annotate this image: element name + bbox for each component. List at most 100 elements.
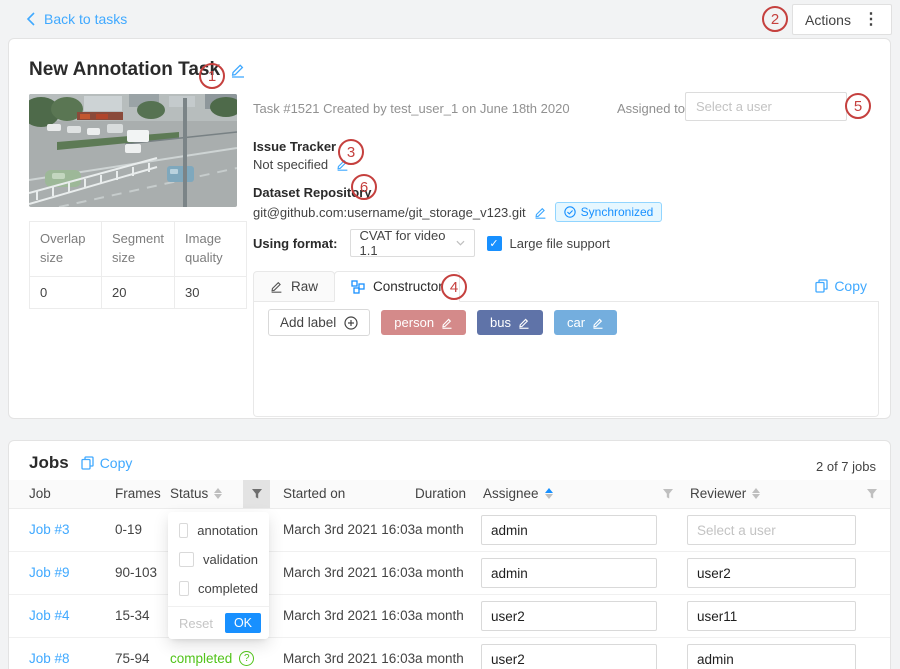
filter-funnel-icon bbox=[662, 488, 674, 500]
annotation-circle-4: 4 bbox=[441, 274, 467, 300]
dataset-repository-url: git@github.com:username/git_storage_v123… bbox=[253, 205, 526, 220]
assignee-filter-button[interactable] bbox=[654, 480, 681, 508]
col-job[interactable]: Job bbox=[29, 486, 51, 501]
edit-repository-icon[interactable] bbox=[534, 206, 547, 219]
tab-raw[interactable]: Raw bbox=[253, 271, 335, 302]
add-label-text: Add label bbox=[280, 315, 336, 330]
job-link[interactable]: Job #4 bbox=[29, 608, 70, 623]
job-row: Job #4 15-34 March 3rd 2021 16:03 a mont… bbox=[9, 595, 890, 638]
job-link[interactable]: Job #8 bbox=[29, 651, 70, 666]
task-title-text: New Annotation Task bbox=[29, 59, 220, 81]
copy-icon bbox=[81, 456, 94, 470]
filter-option-label: completed bbox=[198, 581, 258, 596]
filter-ok-button[interactable]: OK bbox=[225, 613, 261, 633]
param-header-quality: Image quality bbox=[175, 222, 247, 277]
edit-label-icon bbox=[441, 317, 453, 329]
chevron-left-icon bbox=[26, 12, 35, 26]
reviewer-input[interactable] bbox=[687, 558, 856, 588]
annotation-circle-1: 1 bbox=[199, 63, 225, 89]
job-row: Job #9 90-103 March 3rd 2021 16:03 a mon… bbox=[9, 552, 890, 595]
question-circle-icon[interactable]: ? bbox=[239, 651, 254, 666]
label-editor-tabbar: Raw Constructor Copy bbox=[253, 271, 879, 302]
assigned-to-label: Assigned to bbox=[617, 101, 685, 116]
assignee-input[interactable] bbox=[481, 644, 657, 669]
col-duration[interactable]: Duration bbox=[415, 486, 466, 501]
reviewer-sorter[interactable] bbox=[752, 488, 760, 499]
job-link[interactable]: Job #3 bbox=[29, 522, 70, 537]
reviewer-input[interactable] bbox=[687, 515, 856, 545]
large-file-support-checkbox[interactable]: ✓ Large file support bbox=[487, 236, 610, 251]
assigned-to-input[interactable] bbox=[685, 92, 847, 121]
sync-status-badge: Synchronized bbox=[555, 202, 663, 222]
jobs-copy-label: Copy bbox=[100, 455, 133, 471]
labels-row: Add label person bus bbox=[268, 309, 617, 336]
param-value-overlap: 0 bbox=[30, 276, 102, 308]
back-to-tasks-link[interactable]: Back to tasks bbox=[26, 11, 127, 27]
status-filter-button[interactable] bbox=[243, 480, 270, 508]
dataset-repository-row: git@github.com:username/git_storage_v123… bbox=[253, 202, 662, 222]
jobs-header: Jobs Copy bbox=[29, 453, 132, 473]
started-cell: March 3rd 2021 16:03 bbox=[283, 651, 415, 666]
label-chip-bus[interactable]: bus bbox=[477, 310, 543, 335]
job-link[interactable]: Job #9 bbox=[29, 565, 70, 580]
filter-option-label: validation bbox=[203, 552, 258, 567]
reviewer-input[interactable] bbox=[687, 644, 856, 669]
filter-option-annotation[interactable]: annotation bbox=[168, 516, 269, 545]
col-frames[interactable]: Frames bbox=[115, 486, 161, 501]
build-icon bbox=[351, 280, 365, 294]
large-file-support-label: Large file support bbox=[510, 236, 610, 251]
col-status[interactable]: Status bbox=[170, 486, 222, 501]
jobs-copy-button[interactable]: Copy bbox=[81, 455, 133, 471]
labels-copy-button[interactable]: Copy bbox=[815, 278, 867, 294]
sync-badge-label: Synchronized bbox=[581, 205, 654, 219]
assignee-sorter[interactable] bbox=[545, 488, 553, 499]
format-select[interactable]: CVAT for video 1.1 bbox=[350, 229, 475, 257]
issue-tracker-value: Not specified bbox=[253, 157, 328, 172]
reviewer-input[interactable] bbox=[687, 601, 856, 631]
add-label-button[interactable]: Add label bbox=[268, 309, 370, 336]
annotation-circle-6: 6 bbox=[351, 174, 377, 200]
col-assignee[interactable]: Assignee bbox=[483, 486, 553, 501]
actions-button[interactable]: Actions ⋮ bbox=[792, 4, 892, 35]
task-details-card: New Annotation Task bbox=[8, 38, 891, 419]
labels-copy-label: Copy bbox=[834, 278, 867, 294]
jobs-count: 2 of 7 jobs bbox=[816, 459, 876, 474]
duration-cell: a month bbox=[415, 608, 464, 623]
col-reviewer[interactable]: Reviewer bbox=[690, 486, 760, 501]
filter-option-validation[interactable]: validation bbox=[168, 545, 269, 574]
edit-label-icon bbox=[518, 317, 530, 329]
label-chip-person-text: person bbox=[394, 315, 434, 330]
jobs-title: Jobs bbox=[29, 453, 69, 473]
reviewer-filter-button[interactable] bbox=[858, 480, 885, 508]
checkbox-empty-icon bbox=[179, 552, 194, 567]
using-format-label: Using format: bbox=[253, 236, 338, 251]
filter-option-completed[interactable]: completed bbox=[168, 574, 269, 603]
copy-icon bbox=[815, 279, 828, 293]
param-value-segment: 20 bbox=[102, 276, 175, 308]
filter-reset-button[interactable]: Reset bbox=[179, 616, 213, 631]
param-header-segment: Segment size bbox=[102, 222, 175, 277]
issue-tracker-value-row: Not specified bbox=[253, 157, 349, 172]
edit-task-name-icon[interactable] bbox=[230, 62, 246, 78]
assignee-input[interactable] bbox=[481, 515, 657, 545]
status-sorter[interactable] bbox=[214, 488, 222, 499]
annotation-circle-2: 2 bbox=[762, 6, 788, 32]
param-header-overlap: Overlap size bbox=[30, 222, 102, 277]
assignee-input[interactable] bbox=[481, 558, 657, 588]
label-chip-bus-text: bus bbox=[490, 315, 511, 330]
checkbox-checked-icon: ✓ bbox=[487, 236, 502, 251]
status-completed-text: completed bbox=[170, 651, 232, 666]
frames-cell: 90-103 bbox=[115, 565, 157, 580]
format-select-value: CVAT for video 1.1 bbox=[360, 228, 456, 258]
param-value-quality: 30 bbox=[175, 276, 247, 308]
label-chip-car[interactable]: car bbox=[554, 310, 617, 335]
label-chip-person[interactable]: person bbox=[381, 310, 466, 335]
tab-raw-label: Raw bbox=[291, 279, 318, 294]
assignee-input[interactable] bbox=[481, 601, 657, 631]
col-started[interactable]: Started on bbox=[283, 486, 345, 501]
filter-option-label: annotation bbox=[197, 523, 258, 538]
kebab-menu-icon: ⋮ bbox=[863, 12, 879, 28]
filter-funnel-icon bbox=[866, 488, 878, 500]
duration-cell: a month bbox=[415, 651, 464, 666]
duration-cell: a month bbox=[415, 522, 464, 537]
